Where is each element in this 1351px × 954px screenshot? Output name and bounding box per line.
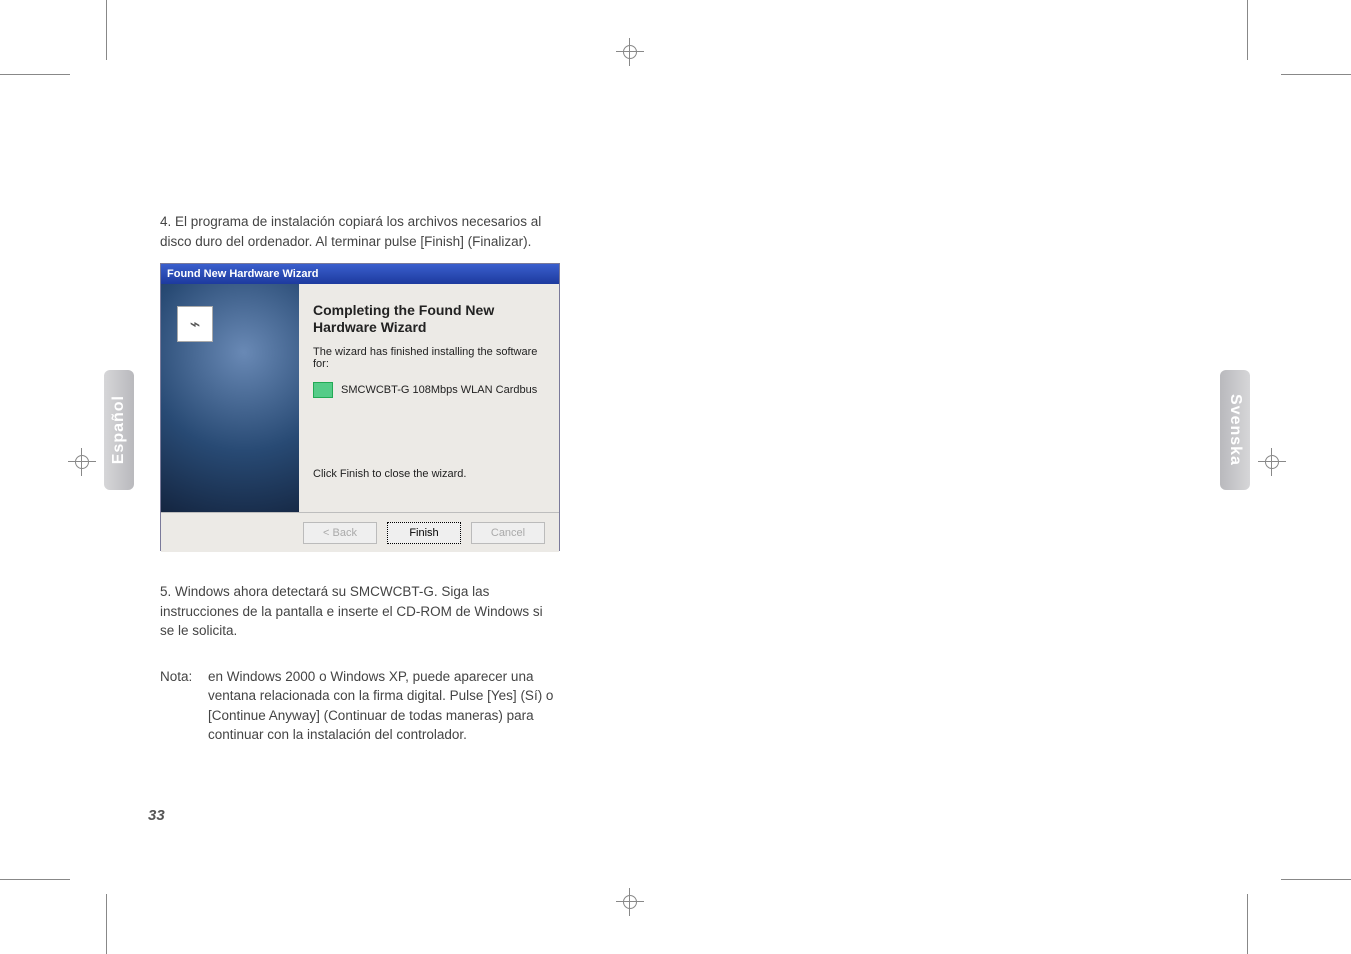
found-new-hardware-wizard: Found New Hardware Wizard ⌁ Completing t… bbox=[160, 263, 560, 551]
wizard-titlebar: Found New Hardware Wizard bbox=[161, 264, 559, 284]
page-number-left: 33 bbox=[148, 807, 165, 824]
step-5: 5. Windows ahora detectará su SMCWCBT-G.… bbox=[160, 582, 560, 641]
note-label: Nota: bbox=[160, 669, 192, 684]
finish-button[interactable]: Finish bbox=[387, 522, 461, 544]
wizard-heading: Completing the Found New Hardware Wizard bbox=[313, 302, 543, 336]
wizard-subtext: The wizard has finished installing the s… bbox=[313, 346, 543, 370]
network-card-icon bbox=[313, 382, 333, 398]
device-chip-icon: ⌁ bbox=[177, 306, 213, 342]
cancel-button[interactable]: Cancel bbox=[471, 522, 545, 544]
step-4: 4. El programa de instalación copiará lo… bbox=[160, 212, 560, 251]
wizard-device-name: SMCWCBT-G 108Mbps WLAN Cardbus bbox=[341, 384, 537, 396]
page-left: 4. El programa de instalación copiará lo… bbox=[0, 0, 675, 954]
note-body: en Windows 2000 o Windows XP, puede apar… bbox=[208, 667, 560, 745]
page-right: Paketets innehåll När du har packat upp … bbox=[675, 0, 1351, 954]
back-button[interactable]: < Back bbox=[303, 522, 377, 544]
wizard-hint: Click Finish to close the wizard. bbox=[313, 468, 543, 480]
wizard-button-bar: < Back Finish Cancel bbox=[161, 512, 559, 552]
wizard-sidebar-image: ⌁ bbox=[161, 284, 299, 512]
left-body-text: 4. El programa de instalación copiará lo… bbox=[160, 212, 560, 265]
